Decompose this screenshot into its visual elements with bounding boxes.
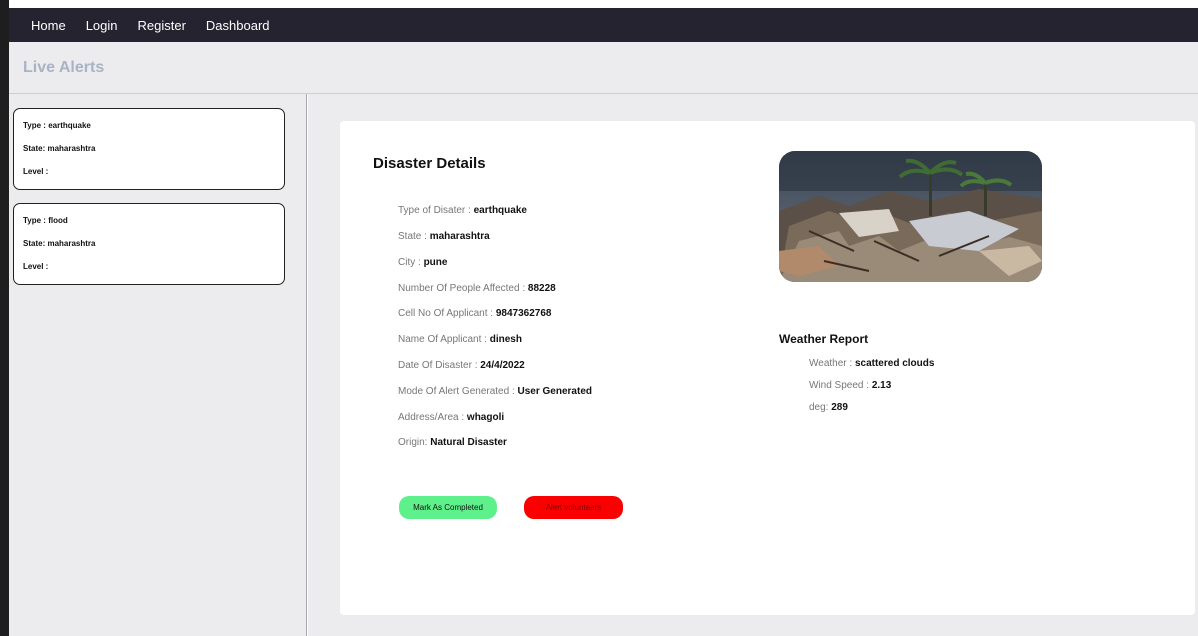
nav-register-link[interactable]: Register (138, 18, 186, 33)
detail-type: Type of Disater : earthquake (398, 205, 527, 216)
detail-state: State : maharashtra (398, 231, 490, 242)
detail-alert-mode: Mode Of Alert Generated : User Generated (398, 386, 592, 397)
disaster-photo (779, 151, 1042, 282)
weather-condition: Weather : scattered clouds (809, 358, 935, 369)
nav-home-link[interactable]: Home (31, 18, 66, 33)
alert-level: Level : (23, 167, 49, 176)
alerts-sidebar: Type : earthquake State: maharashtra Lev… (9, 94, 307, 636)
detail-origin: Origin: Natural Disaster (398, 437, 507, 448)
navbar: Home Login Register Dashboard (9, 8, 1198, 42)
detail-date: Date Of Disaster : 24/4/2022 (398, 360, 525, 371)
live-alerts-title: Live Alerts (23, 58, 105, 76)
detail-address: Address/Area : whagoli (398, 412, 505, 423)
disaster-details-panel: Disaster Details Type of Disater : earth… (340, 121, 1195, 615)
alert-card-flood[interactable]: Type : flood State: maharashtra Level : (13, 203, 285, 285)
alert-state: State: maharashtra (23, 239, 96, 248)
mark-as-completed-button[interactable]: Mark As Completed (399, 496, 497, 519)
weather-wind-speed: Wind Speed : 2.13 (809, 380, 892, 391)
weather-deg: deg: 289 (809, 402, 848, 413)
alert-level: Level : (23, 262, 49, 271)
disaster-details-title: Disaster Details (373, 155, 486, 172)
nav-dashboard-link[interactable]: Dashboard (206, 18, 270, 33)
weather-report-title: Weather Report (779, 332, 869, 346)
alert-card-earthquake[interactable]: Type : earthquake State: maharashtra Lev… (13, 108, 285, 190)
alert-type: Type : earthquake (23, 121, 91, 130)
alert-state: State: maharashtra (23, 144, 96, 153)
detail-people-affected: Number Of People Affected : 88228 (398, 283, 556, 294)
alert-volunteers-button[interactable]: Alert volunteers (524, 496, 623, 519)
detail-applicant-name: Name Of Applicant : dinesh (398, 334, 522, 345)
left-window-edge (0, 0, 9, 636)
alert-type: Type : flood (23, 216, 68, 225)
main-content: Disaster Details Type of Disater : earth… (308, 94, 1198, 636)
detail-city: City : pune (398, 257, 448, 268)
top-strip (0, 0, 1198, 8)
detail-cell-no: Cell No Of Applicant : 9847362768 (398, 308, 552, 319)
live-alerts-header: Live Alerts (9, 42, 1198, 94)
nav-login-link[interactable]: Login (86, 18, 118, 33)
